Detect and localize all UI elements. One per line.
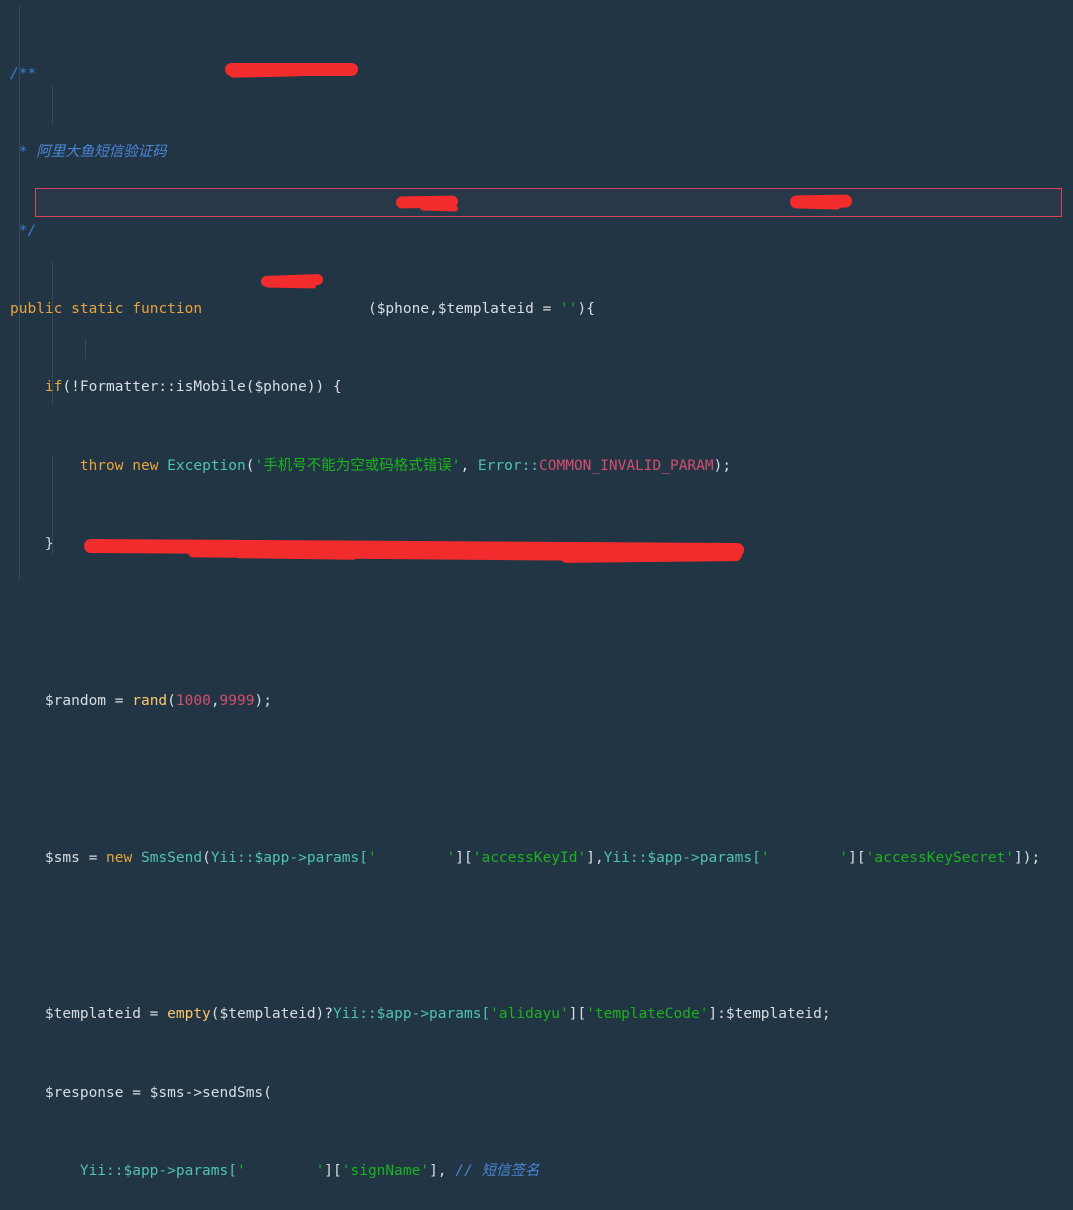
yii-params-access: Yii::$app->params[ (210, 849, 368, 866)
class-error: Error:: (477, 457, 540, 474)
comment-signname: // 短信签名 (455, 1163, 540, 1180)
docblock-close: */ (10, 222, 37, 239)
keyword-throw: throw (79, 457, 124, 474)
empty-function: empty (167, 1006, 211, 1023)
code-line: } (10, 535, 1073, 555)
code-line: /** (10, 65, 1073, 85)
yii-params-access: Yii::$app->params[ (333, 1006, 491, 1023)
code-line: if(!Formatter::isMobile($phone)) { (10, 378, 1073, 398)
code-line-highlighted: $sms = new SmsSend(Yii::$app->params[' '… (44, 849, 1041, 866)
response-assign: $response = $sms->sendSms( (44, 1084, 272, 1101)
alidayu-key: 'alidayu' (490, 1006, 569, 1023)
keyword-if: if (44, 379, 63, 396)
brace-close: } (44, 536, 54, 553)
keyword-function: function (132, 300, 203, 317)
signature-end: ){ (577, 300, 595, 317)
docblock-star: * (10, 144, 28, 161)
docblock-title: 阿里大鱼短信验证码 (36, 144, 167, 161)
code-line: $random = rand(1000,9999); (44, 692, 272, 709)
docblock-open: /** (10, 65, 37, 82)
function-name-redacted (211, 301, 368, 317)
code-line: $response = $sms->sendSms( (10, 1084, 1073, 1104)
code-line: Yii::$app->params[' ']['signName'], // 短… (79, 1163, 540, 1180)
default-empty-string: '' (560, 300, 578, 317)
keyword-public: public (10, 300, 63, 317)
templateid-assign: $templateid = (44, 1006, 168, 1023)
code-line: $templateid = empty($templateid)?Yii::$a… (44, 1006, 831, 1023)
access-key-secret: 'accessKeySecret' (865, 849, 1015, 866)
code-line: throw new Exception('手机号不能为空或码格式错误', Err… (79, 457, 732, 474)
signature-params: ($phone,$templateid = (367, 300, 561, 317)
error-message-string: '手机号不能为空或码格式错误' (254, 457, 461, 474)
params-key-1-redacted (377, 850, 447, 866)
class-smssend: SmsSend (140, 849, 203, 866)
keyword-new: new (106, 849, 133, 866)
sms-assign: $sms = (44, 849, 107, 866)
rand-max: 9999 (219, 692, 255, 709)
code-editor[interactable]: /** * 阿里大鱼短信验证码 */ public static functio… (0, 0, 1073, 1179)
yii-params-access: Yii::$app->params[ (79, 1163, 237, 1180)
rand-min: 1000 (175, 692, 211, 709)
rand-function: rand (132, 692, 168, 709)
access-key-id: 'accessKeyId' (472, 849, 587, 866)
code-line: * 阿里大鱼短信验证码 (10, 143, 1073, 163)
ismobile-check: (!Formatter::isMobile($phone)) { (62, 379, 342, 396)
sign-name-key: 'signName' (341, 1163, 430, 1180)
keyword-new: new (132, 457, 159, 474)
params-key-3-redacted (246, 1163, 316, 1179)
code-block[interactable]: /** * 阿里大鱼短信验证码 */ public static functio… (0, 6, 1073, 1210)
code-line-signature: public static function ($phone,$template… (10, 300, 1073, 320)
yii-params-access: Yii::$app->params[ (603, 849, 761, 866)
error-constant: COMMON_INVALID_PARAM (539, 457, 714, 474)
params-key-2-redacted (770, 850, 840, 866)
template-code-key: 'templateCode' (586, 1006, 709, 1023)
keyword-static: static (71, 300, 124, 317)
random-assign: $random = (44, 692, 133, 709)
code-line: */ (10, 222, 1073, 242)
class-exception: Exception (167, 457, 246, 474)
